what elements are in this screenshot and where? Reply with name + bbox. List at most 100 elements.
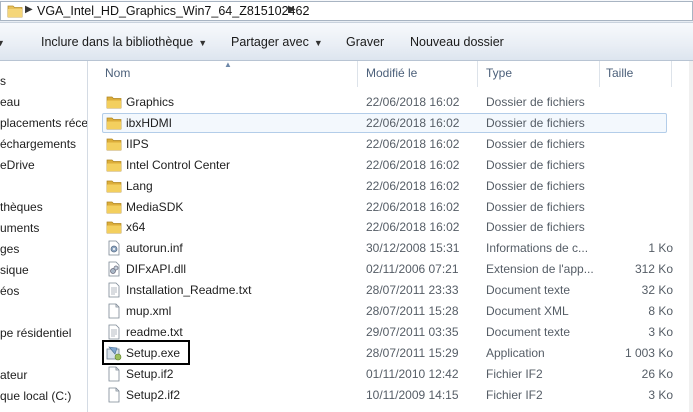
file-type: Dossier de fichiers: [486, 95, 585, 109]
address-bar-area: ▶ VGA_Intel_HD_Graphics_Win7_64_Z8151024…: [0, 0, 693, 23]
folder-icon: [106, 136, 122, 152]
file-row[interactable]: Lang 22/06/2018 16:02 Dossier de fichiers: [88, 176, 693, 197]
file-type: Dossier de fichiers: [486, 220, 585, 235]
file-name: x64: [126, 220, 146, 235]
address-bar[interactable]: ▶ VGA_Intel_HD_Graphics_Win7_64_Z8151024…: [0, 1, 693, 21]
file-size: 8 Ko: [648, 304, 673, 318]
file-row[interactable]: ibxHDMI 22/06/2018 16:02 Dossier de fichie…: [88, 112, 693, 134]
file-modified-date: 22/06/2018 16:02: [366, 157, 460, 172]
column-header-size[interactable]: Taille: [606, 66, 633, 80]
nav-item-homegroup[interactable]: pe résidentiel: [0, 326, 71, 340]
breadcrumb-chevron-icon[interactable]: ▶: [25, 4, 33, 15]
file-modified-date: 29/07/2011 03:35: [366, 324, 459, 339]
file-size: 1 003 Ko: [624, 345, 673, 360]
nav-item-libraries[interactable]: thèques: [0, 200, 43, 214]
file-name: IIPS: [126, 136, 149, 151]
text-file-icon: [106, 282, 122, 298]
navigation-pane[interactable]: s eau placements récen échargements eDri…: [0, 61, 88, 412]
file-type: Fichier IF2: [486, 366, 543, 381]
file-size: 32 Ko: [641, 283, 673, 298]
column-header-modified[interactable]: Modifié le: [366, 66, 417, 80]
file-type: Extension de l'app...: [486, 262, 594, 277]
file-name: Setup.if2: [126, 366, 174, 381]
nav-item-onedrive[interactable]: eDrive: [0, 158, 35, 172]
file-modified-date: 22/06/2018 16:02: [366, 199, 460, 214]
share-with-button[interactable]: Partager avec ▼: [231, 35, 323, 49]
column-divider[interactable]: [671, 61, 672, 87]
file-icon: [106, 366, 122, 382]
file-row[interactable]: mup.xml 28/07/2011 15:28 Document XML 8 Ko: [88, 301, 693, 322]
file-name: Intel Control Center: [126, 157, 231, 172]
breadcrumb-chevron-icon[interactable]: ▶: [288, 4, 296, 15]
file-name: Installation_Readme.txt: [126, 283, 252, 298]
scrollbar[interactable]: [689, 61, 693, 412]
file-type: Application: [486, 345, 545, 360]
column-header-type[interactable]: Type: [486, 66, 512, 80]
file-row[interactable]: Intel Control Center 22/06/2018 16:02 Doss…: [88, 155, 693, 176]
nav-item-recent-places[interactable]: placements récen: [0, 116, 87, 130]
file-row[interactable]: Setup2.if2 10/11/2009 14:15 Fichier IF2 3 K…: [88, 385, 693, 406]
chevron-down-icon: ▼: [198, 38, 208, 48]
nav-item-videos[interactable]: éos: [0, 284, 19, 298]
nav-item-computer[interactable]: ateur: [0, 368, 27, 382]
nav-item-desktop[interactable]: eau: [0, 95, 20, 109]
file-type: Dossier de fichiers: [486, 199, 585, 214]
file-row[interactable]: autorun.inf 30/12/2008 15:31 Informations …: [88, 238, 693, 259]
file-modified-date: 10/11/2009 14:15: [366, 387, 459, 402]
column-header-name[interactable]: Nom: [105, 66, 130, 80]
file-size: 3 Ko: [648, 324, 673, 339]
file-modified-date: 30/12/2008 15:31: [366, 241, 460, 256]
file-type: Dossier de fichiers: [486, 157, 585, 172]
folder-icon: [106, 115, 122, 131]
nav-item-documents[interactable]: uments: [0, 221, 39, 235]
file-row[interactable]: Setup.if2 01/11/2010 12:42 Fichier IF2 26 K…: [88, 364, 693, 385]
file-modified-date: 02/11/2006 07:21: [366, 262, 459, 277]
nav-item-music[interactable]: sique: [0, 263, 29, 277]
file-type: Fichier IF2: [486, 387, 543, 402]
file-size: 26 Ko: [641, 366, 673, 381]
file-row[interactable]: Setup.exe 28/07/2011 15:29 Application 1 00…: [88, 339, 693, 365]
file-type: Document texte: [486, 283, 571, 298]
file-name: autorun.inf: [126, 241, 183, 256]
folder-icon: [106, 219, 122, 235]
file-size: 312 Ko: [634, 262, 673, 277]
file-row[interactable]: x64 22/06/2018 16:02 Dossier de fichiers: [88, 217, 693, 238]
file-icon: [106, 387, 122, 403]
file-row[interactable]: Graphics 22/06/2018 16:02 Dossier de fichi…: [88, 92, 693, 113]
file-row[interactable]: DIFxAPI.dll 02/11/2006 07:21 Extension de …: [88, 259, 693, 280]
file-list-pane[interactable]: ▲ Nom Modifié le Type Taille Graphics 22/…: [88, 61, 693, 412]
column-divider[interactable]: [599, 61, 600, 87]
file-type: Document XML: [486, 304, 569, 318]
nav-item-downloads[interactable]: échargements: [0, 137, 76, 151]
nav-item-images[interactable]: ges: [0, 242, 19, 256]
column-divider[interactable]: [477, 61, 478, 87]
breadcrumb-current-folder[interactable]: VGA_Intel_HD_Graphics_Win7_64_Z815102462: [37, 4, 309, 18]
settings-file-icon: [106, 240, 122, 256]
file-row[interactable]: Installation_Readme.txt 28/07/2011 23:33 D…: [88, 280, 693, 301]
file-modified-date: 22/06/2018 16:02: [366, 178, 460, 193]
file-type: Informations de c...: [486, 241, 589, 256]
column-divider[interactable]: [357, 61, 358, 87]
file-row[interactable]: IIPS 22/06/2018 16:02 Dossier de fichiers: [88, 134, 693, 155]
include-in-library-button[interactable]: Inclure dans la bibliothèque ▼: [41, 35, 207, 49]
nav-item-local-disk[interactable]: que local (C:): [0, 389, 71, 403]
command-bar: ▼ Inclure dans la bibliothèque ▼ Partager…: [0, 23, 693, 61]
file-modified-date: 28/07/2011 15:29: [366, 345, 459, 360]
burn-button[interactable]: Graver: [346, 35, 384, 49]
file-row[interactable]: MediaSDK 22/06/2018 16:02 Dossier de fichi…: [88, 197, 693, 218]
column-header-row: ▲ Nom Modifié le Type Taille: [88, 61, 693, 87]
file-modified-date: 28/07/2011 23:33: [366, 283, 459, 298]
file-modified-date: 28/07/2011 15:28: [366, 304, 459, 318]
file-modified-date: 01/11/2010 12:42: [366, 366, 459, 381]
nav-item-favorites[interactable]: s: [0, 74, 6, 88]
organize-caret-icon[interactable]: ▼: [0, 35, 5, 49]
file-type: Document texte: [486, 324, 571, 339]
folder-icon: [106, 94, 122, 110]
file-icon: [106, 303, 122, 319]
file-modified-date: 22/06/2018 16:02: [366, 95, 460, 109]
file-size: 1 Ko: [648, 241, 673, 256]
file-type: Dossier de fichiers: [486, 178, 585, 193]
chevron-down-icon: ▼: [313, 38, 323, 48]
file-name: Setup2.if2: [126, 387, 181, 402]
new-folder-button[interactable]: Nouveau dossier: [410, 35, 504, 49]
